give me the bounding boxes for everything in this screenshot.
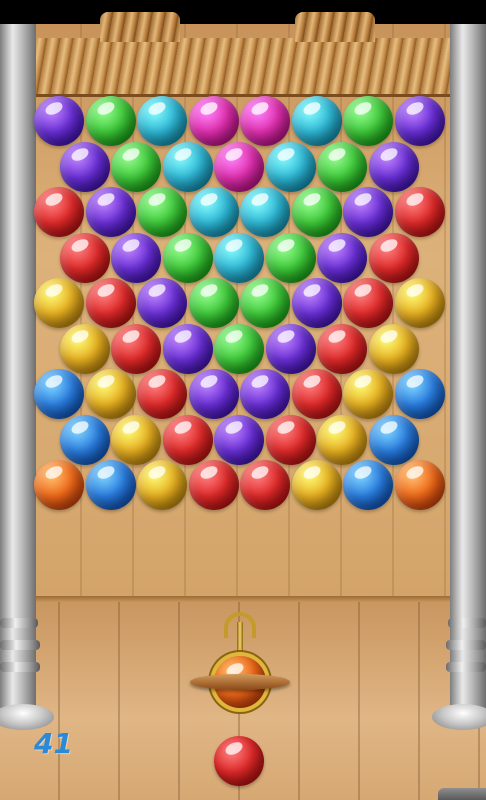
bubble-green	[162, 232, 213, 283]
rope-ceiling	[34, 38, 450, 97]
bubble-cyan	[240, 187, 290, 237]
bubble-purple	[343, 187, 393, 237]
bubble-purple	[317, 232, 368, 283]
bubble-launcher[interactable]	[190, 612, 290, 722]
right-pillar-ring	[446, 662, 486, 672]
game-screen[interactable]: 41	[0, 0, 486, 800]
bubble-purple	[394, 96, 445, 146]
left-pillar-ring	[0, 662, 40, 672]
right-pillar-base	[432, 704, 486, 730]
bubble-yellow	[343, 369, 393, 419]
bubble-green	[188, 278, 239, 328]
bubble-yellow	[137, 460, 187, 510]
bubble-blue	[85, 460, 136, 510]
bubble-green	[137, 187, 187, 237]
floor-edge	[0, 596, 486, 602]
bubble-yellow	[85, 369, 136, 419]
rope-knot-right	[295, 12, 375, 42]
bubble-red	[265, 414, 316, 465]
bubble-yellow	[317, 414, 368, 465]
left-pillar-ring	[0, 618, 38, 628]
bubble-blue	[59, 414, 110, 465]
bubble-green	[240, 278, 290, 328]
bubble-orange	[34, 460, 84, 510]
bubble-purple	[291, 278, 342, 328]
right-pillar-ring	[448, 618, 486, 628]
bubble-orange	[394, 460, 445, 510]
bubble-purple	[111, 232, 162, 283]
bubble-purple	[137, 278, 187, 328]
bubble-green	[265, 232, 316, 283]
bubble-magenta	[188, 96, 239, 146]
status-bar	[0, 0, 486, 24]
bubble-red	[85, 278, 136, 328]
bubble-green	[214, 323, 265, 374]
bubble-cyan	[188, 187, 239, 237]
bubble-green	[111, 141, 162, 192]
bubble-red	[291, 369, 342, 419]
bubble-yellow	[394, 278, 445, 328]
bubble-purple	[162, 323, 213, 374]
bubble-green	[85, 96, 136, 146]
bubble-cyan	[137, 96, 187, 146]
bubble-yellow	[291, 460, 342, 510]
bubble-cyan	[162, 141, 213, 192]
bubble-magenta	[240, 96, 290, 146]
bubble-cyan	[214, 232, 265, 283]
bubble-purple	[34, 96, 84, 146]
bubble-red	[188, 460, 239, 510]
rope-knot-left	[100, 12, 180, 42]
left-pillar-ring	[0, 640, 40, 650]
bubble-red	[343, 278, 393, 328]
bubble-red	[394, 187, 445, 237]
launcher-stem	[237, 622, 243, 656]
bubble-red	[317, 323, 368, 374]
bubble-purple	[214, 414, 265, 465]
bubble-blue	[34, 369, 84, 419]
bubble-yellow	[111, 414, 162, 465]
bubble-cyan	[291, 96, 342, 146]
bubble-blue	[394, 369, 445, 419]
bubble-red	[162, 414, 213, 465]
bubble-blue	[368, 414, 419, 465]
bubble-blue	[343, 460, 393, 510]
bubble-red	[34, 187, 84, 237]
corner-button[interactable]	[438, 788, 486, 800]
bubble-yellow	[368, 323, 419, 374]
bubble-yellow	[34, 278, 84, 328]
launcher-ring	[190, 674, 290, 690]
bubble-yellow	[59, 323, 110, 374]
bubble-red	[368, 232, 419, 283]
bubble-red	[240, 460, 290, 510]
bubble-green	[343, 96, 393, 146]
bubble-purple	[188, 369, 239, 419]
bubble-magenta	[214, 141, 265, 192]
bubble-red	[137, 369, 187, 419]
bubble-purple	[59, 141, 110, 192]
bubble-green	[291, 187, 342, 237]
bubble-red	[111, 323, 162, 374]
shots-remaining-counter: 41	[34, 727, 73, 760]
bubble-purple	[85, 187, 136, 237]
bubble-red	[59, 232, 110, 283]
right-pillar-ring	[446, 640, 486, 650]
bubble-purple	[368, 141, 419, 192]
bubble-purple	[240, 369, 290, 419]
next-bubble[interactable]	[214, 736, 264, 786]
bubble-green	[317, 141, 368, 192]
bubble-cyan	[265, 141, 316, 192]
bubble-purple	[265, 323, 316, 374]
